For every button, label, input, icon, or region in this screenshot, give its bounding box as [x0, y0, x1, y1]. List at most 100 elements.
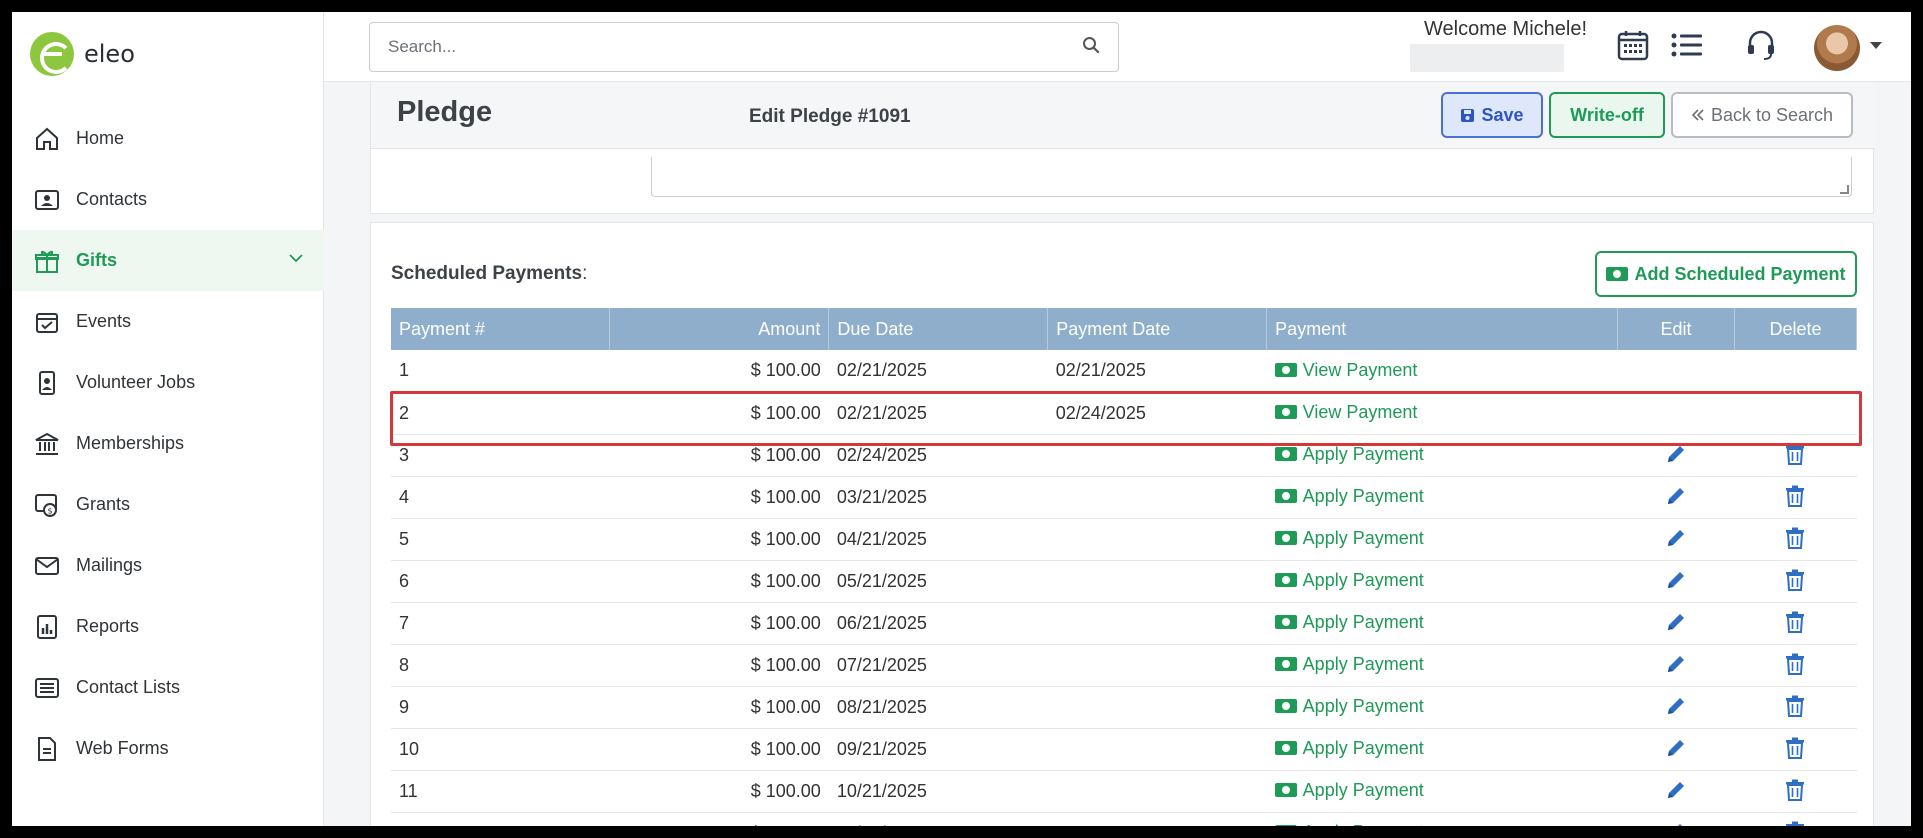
- view-payment-link[interactable]: View Payment: [1274, 359, 1418, 381]
- trash-icon[interactable]: [1782, 609, 1808, 635]
- resize-handle-icon[interactable]: [1840, 185, 1849, 194]
- list-icon: [32, 673, 62, 703]
- edit-cell: [1617, 644, 1735, 687]
- search-box[interactable]: [369, 22, 1119, 72]
- apply-payment-link[interactable]: Apply Payment: [1274, 444, 1424, 465]
- calendar-grid-icon[interactable]: [1614, 26, 1652, 64]
- delete-cell: [1734, 686, 1857, 729]
- chevron-down-icon[interactable]: [1870, 42, 1882, 49]
- due-date-cell: 03/21/2025: [828, 476, 1048, 519]
- chevron-down-icon[interactable]: [288, 250, 304, 266]
- sidebar-item-gifts[interactable]: Gifts: [12, 230, 324, 291]
- pencil-icon[interactable]: [1663, 441, 1689, 467]
- apply-payment-link[interactable]: Apply Payment: [1274, 738, 1424, 759]
- sidebar-item-reports[interactable]: Reports: [12, 596, 324, 657]
- sidebar-item-home[interactable]: Home: [12, 108, 324, 169]
- add-scheduled-payment-button[interactable]: Add Scheduled Payment: [1595, 251, 1857, 297]
- search-input[interactable]: [388, 37, 1082, 57]
- pencil-icon[interactable]: [1663, 567, 1689, 593]
- column-header-due-date[interactable]: Due Date: [828, 308, 1049, 350]
- trash-icon[interactable]: [1782, 483, 1808, 509]
- table-row: 10 $ 100.00 09/21/2025 Apply Payment: [391, 728, 1857, 771]
- apply-payment-link[interactable]: Apply Payment: [1274, 696, 1424, 717]
- sidebar-nav: Home Contacts Gifts Events Volunteer Jobs Mem…: [12, 108, 324, 779]
- sidebar-item-events[interactable]: Events: [12, 291, 324, 352]
- task-list-icon[interactable]: [1668, 26, 1706, 64]
- pencil-icon[interactable]: [1663, 819, 1689, 826]
- trash-icon[interactable]: [1782, 651, 1808, 677]
- pencil-icon[interactable]: [1663, 693, 1689, 719]
- apply-payment-link[interactable]: Apply Payment: [1274, 822, 1424, 826]
- sidebar-item-label: Grants: [76, 494, 131, 514]
- gift-icon: [32, 246, 62, 276]
- amount-cell: $ 100.00: [609, 686, 829, 729]
- trash-icon[interactable]: [1782, 693, 1808, 719]
- notes-textarea[interactable]: [651, 157, 1852, 197]
- payment-action-label: Apply Payment: [1302, 485, 1424, 506]
- trash-icon[interactable]: [1782, 441, 1808, 467]
- trash-icon[interactable]: [1782, 735, 1808, 761]
- sidebar-item-mailings[interactable]: Mailings: [12, 535, 324, 596]
- payment-number-cell: 5: [391, 518, 610, 561]
- home-icon: [32, 124, 62, 154]
- trash-icon[interactable]: [1782, 567, 1808, 593]
- pencil-icon[interactable]: [1663, 735, 1689, 761]
- payment-action-label: View Payment: [1302, 359, 1418, 380]
- payment-cell: Apply Payment: [1266, 644, 1618, 687]
- edit-cell: [1617, 392, 1735, 435]
- payment-date-cell: [1047, 434, 1267, 477]
- table-row: 5 $ 100.00 04/21/2025 Apply Payment: [391, 518, 1857, 561]
- save-button[interactable]: Save: [1441, 92, 1543, 138]
- column-header-payment-number[interactable]: Payment #: [391, 308, 611, 350]
- money-icon: [1274, 405, 1297, 420]
- scheduled-payments-card: Scheduled Payments: Add Scheduled Paymen…: [370, 222, 1874, 826]
- sidebar-item-web-forms[interactable]: Web Forms: [12, 718, 324, 779]
- column-header-amount[interactable]: Amount: [609, 308, 830, 350]
- apply-payment-link[interactable]: Apply Payment: [1274, 612, 1424, 633]
- delete-cell: [1734, 392, 1857, 435]
- apply-payment-link[interactable]: Apply Payment: [1274, 780, 1424, 801]
- pledge-card: Pledge Edit Pledge #1091 Save Write-off …: [370, 82, 1875, 214]
- pencil-icon[interactable]: [1663, 525, 1689, 551]
- payment-date-cell: [1047, 518, 1267, 561]
- payment-action-label: Apply Payment: [1302, 527, 1424, 548]
- pencil-icon[interactable]: [1663, 609, 1689, 635]
- trash-icon[interactable]: [1782, 777, 1808, 803]
- amount-cell: $ 100.00: [609, 728, 829, 771]
- sidebar-item-contact-lists[interactable]: Contact Lists: [12, 657, 324, 718]
- sidebar-item-label: Gifts: [76, 250, 118, 270]
- due-date-cell: 02/21/2025: [828, 350, 1048, 393]
- sidebar-item-memberships[interactable]: Memberships: [12, 413, 324, 474]
- support-headset-icon[interactable]: [1742, 26, 1780, 64]
- search-icon[interactable]: [1082, 36, 1100, 59]
- pencil-icon[interactable]: [1663, 777, 1689, 803]
- view-payment-link[interactable]: View Payment: [1274, 402, 1417, 423]
- table-row: 3 $ 100.00 02/24/2025 Apply Payment: [391, 434, 1857, 477]
- column-header-payment[interactable]: Payment: [1266, 308, 1619, 350]
- add-scheduled-payment-label: Add Scheduled Payment: [1634, 263, 1846, 284]
- apply-payment-link[interactable]: Apply Payment: [1274, 527, 1424, 549]
- user-avatar[interactable]: [1814, 25, 1860, 71]
- sidebar-item-contacts[interactable]: Contacts: [12, 169, 324, 230]
- money-icon: [1274, 741, 1297, 756]
- logo[interactable]: eleo: [30, 32, 135, 76]
- payment-date-cell: [1047, 602, 1267, 645]
- trash-icon[interactable]: [1782, 525, 1808, 551]
- due-date-cell: 02/21/2025: [828, 392, 1048, 435]
- back-to-search-button[interactable]: Back to Search: [1671, 92, 1853, 138]
- sidebar-item-grants[interactable]: $ Grants: [12, 474, 324, 535]
- edit-cell: [1617, 350, 1735, 393]
- apply-payment-link[interactable]: Apply Payment: [1274, 485, 1424, 507]
- org-name-placeholder: [1410, 44, 1564, 72]
- due-date-cell: 07/21/2025: [828, 644, 1048, 687]
- trash-icon[interactable]: [1782, 819, 1808, 826]
- payment-date-cell: [1047, 812, 1267, 826]
- pencil-icon[interactable]: [1663, 651, 1689, 677]
- pencil-icon[interactable]: [1663, 483, 1689, 509]
- apply-payment-link[interactable]: Apply Payment: [1274, 570, 1424, 591]
- write-off-button[interactable]: Write-off: [1549, 92, 1665, 138]
- sidebar-item-volunteer-jobs[interactable]: Volunteer Jobs: [12, 352, 324, 413]
- apply-payment-link[interactable]: Apply Payment: [1274, 654, 1424, 675]
- column-header-payment-date[interactable]: Payment Date: [1047, 308, 1268, 350]
- app-window: eleo Home Contacts Gifts Events Volunteer Jo…: [12, 12, 1911, 826]
